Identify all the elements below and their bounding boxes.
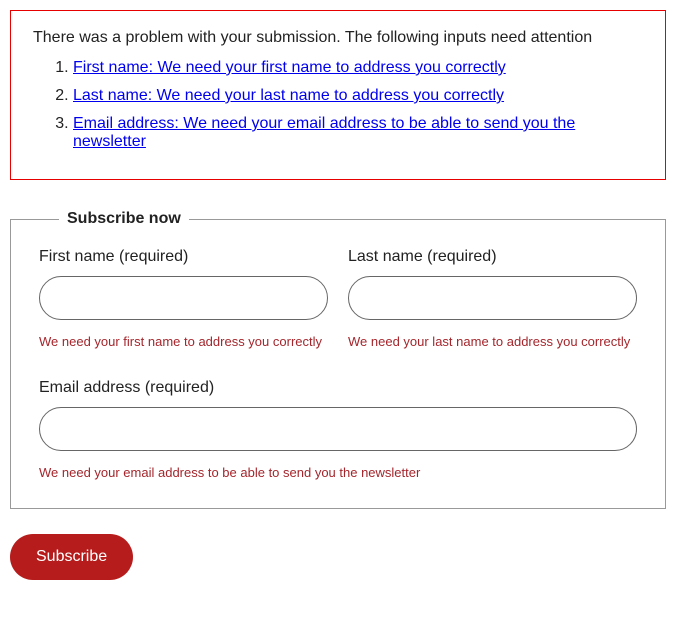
email-label: Email address (required) — [39, 379, 637, 397]
subscribe-fieldset: Subscribe now First name (required) We n… — [10, 210, 666, 509]
first-name-field: First name (required) We need your first… — [39, 248, 328, 349]
error-summary-list: First name: We need your first name to a… — [33, 59, 643, 151]
fieldset-legend: Subscribe now — [59, 210, 189, 228]
error-summary-item: Last name: We need your last name to add… — [73, 87, 643, 105]
error-summary-item: Email address: We need your email addres… — [73, 115, 643, 151]
subscribe-button[interactable]: Subscribe — [10, 534, 133, 580]
last-name-field: Last name (required) We need your last n… — [348, 248, 637, 349]
first-name-input[interactable] — [39, 276, 328, 320]
error-link-last-name[interactable]: Last name: We need your last name to add… — [73, 87, 504, 104]
error-summary-item: First name: We need your first name to a… — [73, 59, 643, 77]
first-name-error: We need your first name to address you c… — [39, 334, 328, 349]
email-field: Email address (required) We need your em… — [39, 379, 637, 480]
email-input[interactable] — [39, 407, 637, 451]
last-name-label: Last name (required) — [348, 248, 637, 266]
error-link-email[interactable]: Email address: We need your email addres… — [73, 115, 575, 150]
email-error: We need your email address to be able to… — [39, 465, 637, 480]
error-summary: There was a problem with your submission… — [10, 10, 666, 180]
first-name-label: First name (required) — [39, 248, 328, 266]
error-summary-title: There was a problem with your submission… — [33, 29, 643, 47]
last-name-error: We need your last name to address you co… — [348, 334, 637, 349]
last-name-input[interactable] — [348, 276, 637, 320]
name-row: First name (required) We need your first… — [39, 248, 637, 349]
error-link-first-name[interactable]: First name: We need your first name to a… — [73, 59, 506, 76]
